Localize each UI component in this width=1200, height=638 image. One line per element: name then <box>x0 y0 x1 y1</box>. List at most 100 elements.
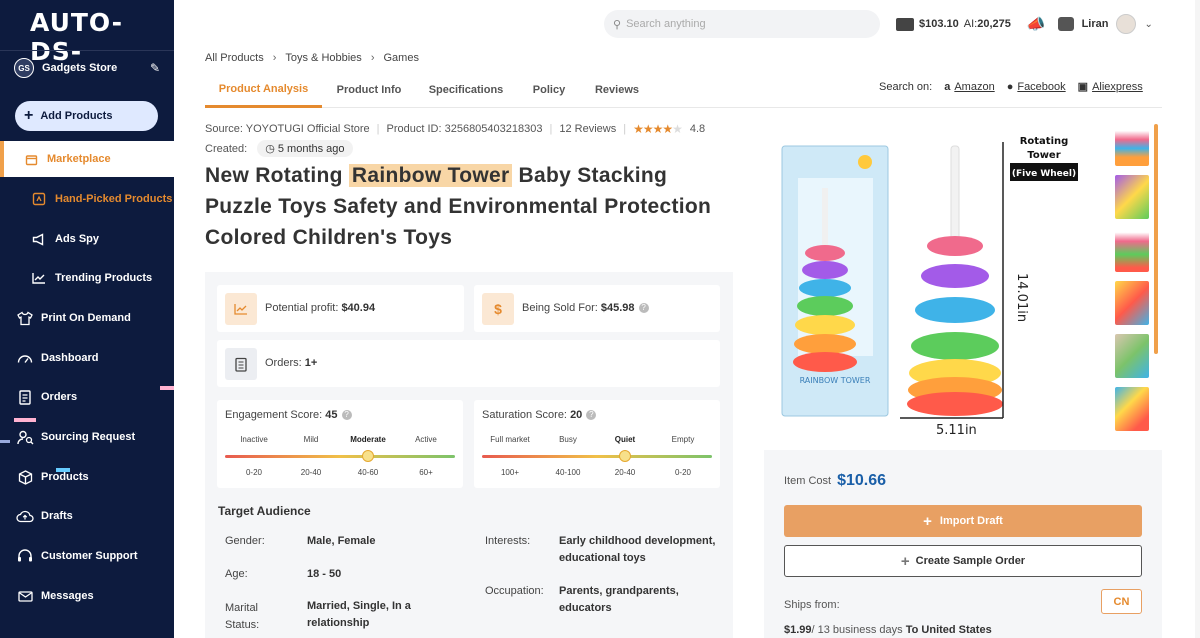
help-icon[interactable]: ? <box>341 410 352 421</box>
image-caption-line1: Rotating <box>1020 136 1069 147</box>
sidebar-accent-mark <box>0 440 10 443</box>
sourcing-icon <box>16 428 34 446</box>
gender-value: Male, Female <box>307 535 376 547</box>
sidebar-item-print-on-demand[interactable]: Print On Demand <box>0 300 174 336</box>
orders-card: Orders: 1+ <box>217 340 720 387</box>
tab-policy[interactable]: Policy <box>527 72 571 108</box>
tab-specifications[interactable]: Specifications <box>423 72 509 108</box>
sidebar-item-label: Orders <box>41 391 78 403</box>
marital-status-label: Marital Status: <box>225 602 260 631</box>
sidebar-item-messages[interactable]: Messages <box>0 578 174 614</box>
saturation-range: 0-20 <box>674 468 691 477</box>
add-products-button[interactable]: + Add Products <box>15 101 158 131</box>
sidebar-item-marketplace[interactable]: Marketplace <box>0 141 174 177</box>
sidebar-item-products[interactable]: Products <box>0 459 174 495</box>
saturation-level: Busy <box>559 435 577 444</box>
sidebar-item-drafts[interactable]: Drafts <box>0 498 174 534</box>
ship-to-value[interactable]: United States <box>921 624 991 636</box>
product-created: Created: ◷ 5 months ago <box>205 140 353 157</box>
ship-days: / 13 business days <box>811 624 903 636</box>
sidebar-item-label: Messages <box>41 590 94 602</box>
analysis-panel: Potential profit: $40.94 $ Being Sold Fo… <box>205 272 733 638</box>
sidebar-item-trending[interactable]: Trending Products <box>0 260 174 296</box>
clock-icon: ◷ <box>265 143 275 155</box>
sold-value: $45.98 <box>600 302 635 314</box>
breadcrumb-games[interactable]: Games <box>383 52 418 64</box>
sidebar-item-label: Ads Spy <box>55 233 100 245</box>
saturation-level-current: Quiet <box>614 435 636 444</box>
help-icon[interactable]: ? <box>638 303 649 314</box>
sidebar-item-orders[interactable]: Orders <box>0 379 174 415</box>
ai-credits[interactable]: AI:20,275 <box>964 18 1011 30</box>
saturation-gradient-bar <box>482 455 712 458</box>
amazon-link[interactable]: Amazon <box>954 81 994 93</box>
global-search-input[interactable]: ⚲ Search anything <box>604 10 880 38</box>
search-on-label: Search on: <box>879 80 933 93</box>
user-group-icon[interactable] <box>1057 17 1074 31</box>
breadcrumb-toys-hobbies[interactable]: Toys & Hobbies <box>285 52 361 64</box>
profit-text: Potential profit: $40.94 <box>265 302 375 314</box>
thumbnail-image[interactable] <box>1115 175 1149 219</box>
product-meta: Source: YOYOTUGI Official Store | Produc… <box>205 122 705 136</box>
saturation-score-card: Saturation Score: 20? Full market Busy Q… <box>474 400 720 488</box>
edit-icon[interactable]: ✎ <box>150 61 160 75</box>
dashboard-icon <box>16 349 34 367</box>
page-scrollbar[interactable] <box>1195 0 1200 638</box>
facebook-icon: ● <box>1006 80 1014 93</box>
saturation-range: 40-100 <box>555 468 581 477</box>
announcement-icon[interactable]: 📣 <box>1027 15 1046 33</box>
import-draft-button[interactable]: + Import Draft <box>784 505 1142 537</box>
occupation-label: Occupation: <box>485 585 544 597</box>
sidebar-item-dashboard[interactable]: Dashboard <box>0 340 174 376</box>
thumbnail-image[interactable] <box>1115 228 1149 272</box>
aliexpress-link[interactable]: Aliexpress <box>1092 81 1143 93</box>
rating-stars-icon: ★★★★★ <box>633 122 683 136</box>
create-sample-order-button[interactable]: + Create Sample Order <box>784 545 1142 577</box>
sidebar-item-label: Print On Demand <box>41 312 131 324</box>
orders-value: 1+ <box>304 357 318 369</box>
balance-value[interactable]: $103.10 <box>919 18 959 30</box>
sidebar-item-customer-support[interactable]: Customer Support <box>0 538 174 574</box>
breadcrumb-all-products[interactable]: All Products <box>205 52 264 64</box>
sidebar-item-sourcing-request[interactable]: Sourcing Request <box>0 419 174 455</box>
rating-value: 4.8 <box>689 123 706 135</box>
sidebar-item-ads-spy[interactable]: Ads Spy <box>0 221 174 257</box>
sidebar-item-label: Marketplace <box>47 153 111 165</box>
sidebar-item-label: Customer Support <box>41 550 138 562</box>
thumbnail-scrollbar[interactable] <box>1154 124 1158 354</box>
sidebar-item-hand-picked[interactable]: Hand-Picked Products <box>0 181 174 217</box>
gender-label: Gender: <box>225 535 265 547</box>
review-count[interactable]: 12 Reviews <box>559 123 616 135</box>
tab-reviews[interactable]: Reviews <box>591 72 643 108</box>
thumbnail-image[interactable] <box>1115 334 1149 378</box>
sold-label: Being Sold For: <box>522 302 598 314</box>
user-name[interactable]: Liran <box>1082 18 1109 30</box>
trending-icon <box>30 269 48 287</box>
marital-status-value: Married, Single, In a relationship <box>307 600 411 629</box>
engagement-range: 60+ <box>419 468 433 477</box>
wallet-icon[interactable] <box>896 17 914 31</box>
tab-product-analysis[interactable]: Product Analysis <box>205 72 322 108</box>
sold-for-card: $ Being Sold For: $45.98? <box>474 285 720 332</box>
orders-label: Orders: <box>265 357 302 369</box>
facebook-link[interactable]: Facebook <box>1017 81 1065 93</box>
thumbnail-image[interactable] <box>1115 387 1149 431</box>
store-selector[interactable]: GS Gadgets Store ✎ <box>14 58 160 78</box>
cloud-upload-icon <box>16 507 34 525</box>
product-main-image[interactable]: RAINBOW TOWER 14.01in 5.11in Rotating To… <box>770 118 1100 438</box>
store-avatar: GS <box>14 58 34 78</box>
saturation-level: Empty <box>671 435 695 444</box>
thumbnail-image[interactable] <box>1115 281 1149 325</box>
tab-product-info[interactable]: Product Info <box>329 72 409 108</box>
width-dimension: 5.11in <box>936 423 977 438</box>
breadcrumb: All Products › Toys & Hobbies › Games <box>205 52 419 64</box>
saturation-title: Saturation Score: 20? <box>482 409 597 421</box>
ship-price: $1.99 <box>784 624 812 636</box>
chevron-down-icon[interactable]: ⌄ <box>1144 19 1152 30</box>
avatar[interactable] <box>1116 14 1137 34</box>
help-icon[interactable]: ? <box>586 410 597 421</box>
thumbnail-image[interactable] <box>1115 122 1149 166</box>
ships-from-option[interactable]: CN <box>1101 589 1142 614</box>
orders-text: Orders: 1+ <box>265 357 317 369</box>
ai-credits-label: AI: <box>963 18 978 30</box>
